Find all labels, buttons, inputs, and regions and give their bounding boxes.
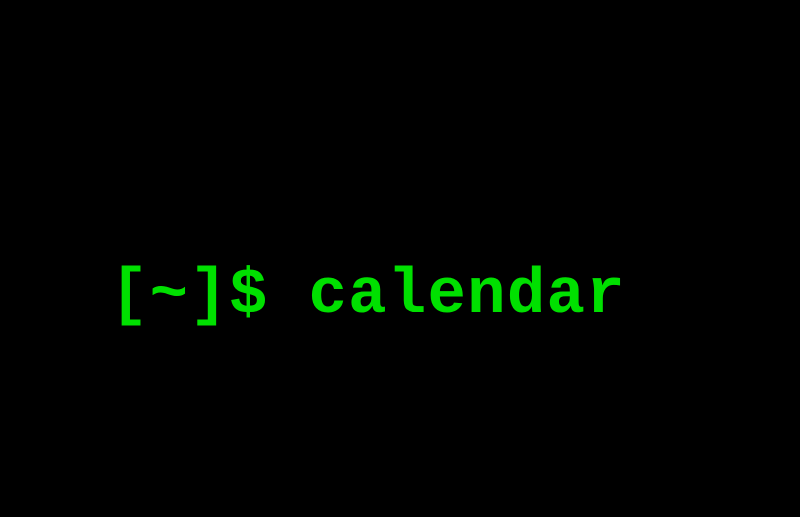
shell-prompt: [~]$ [110, 260, 308, 332]
command-line[interactable]: [~]$ calendar [110, 260, 626, 332]
terminal-window[interactable]: [~]$ calendar [0, 0, 800, 517]
command-input[interactable]: calendar [308, 260, 626, 332]
